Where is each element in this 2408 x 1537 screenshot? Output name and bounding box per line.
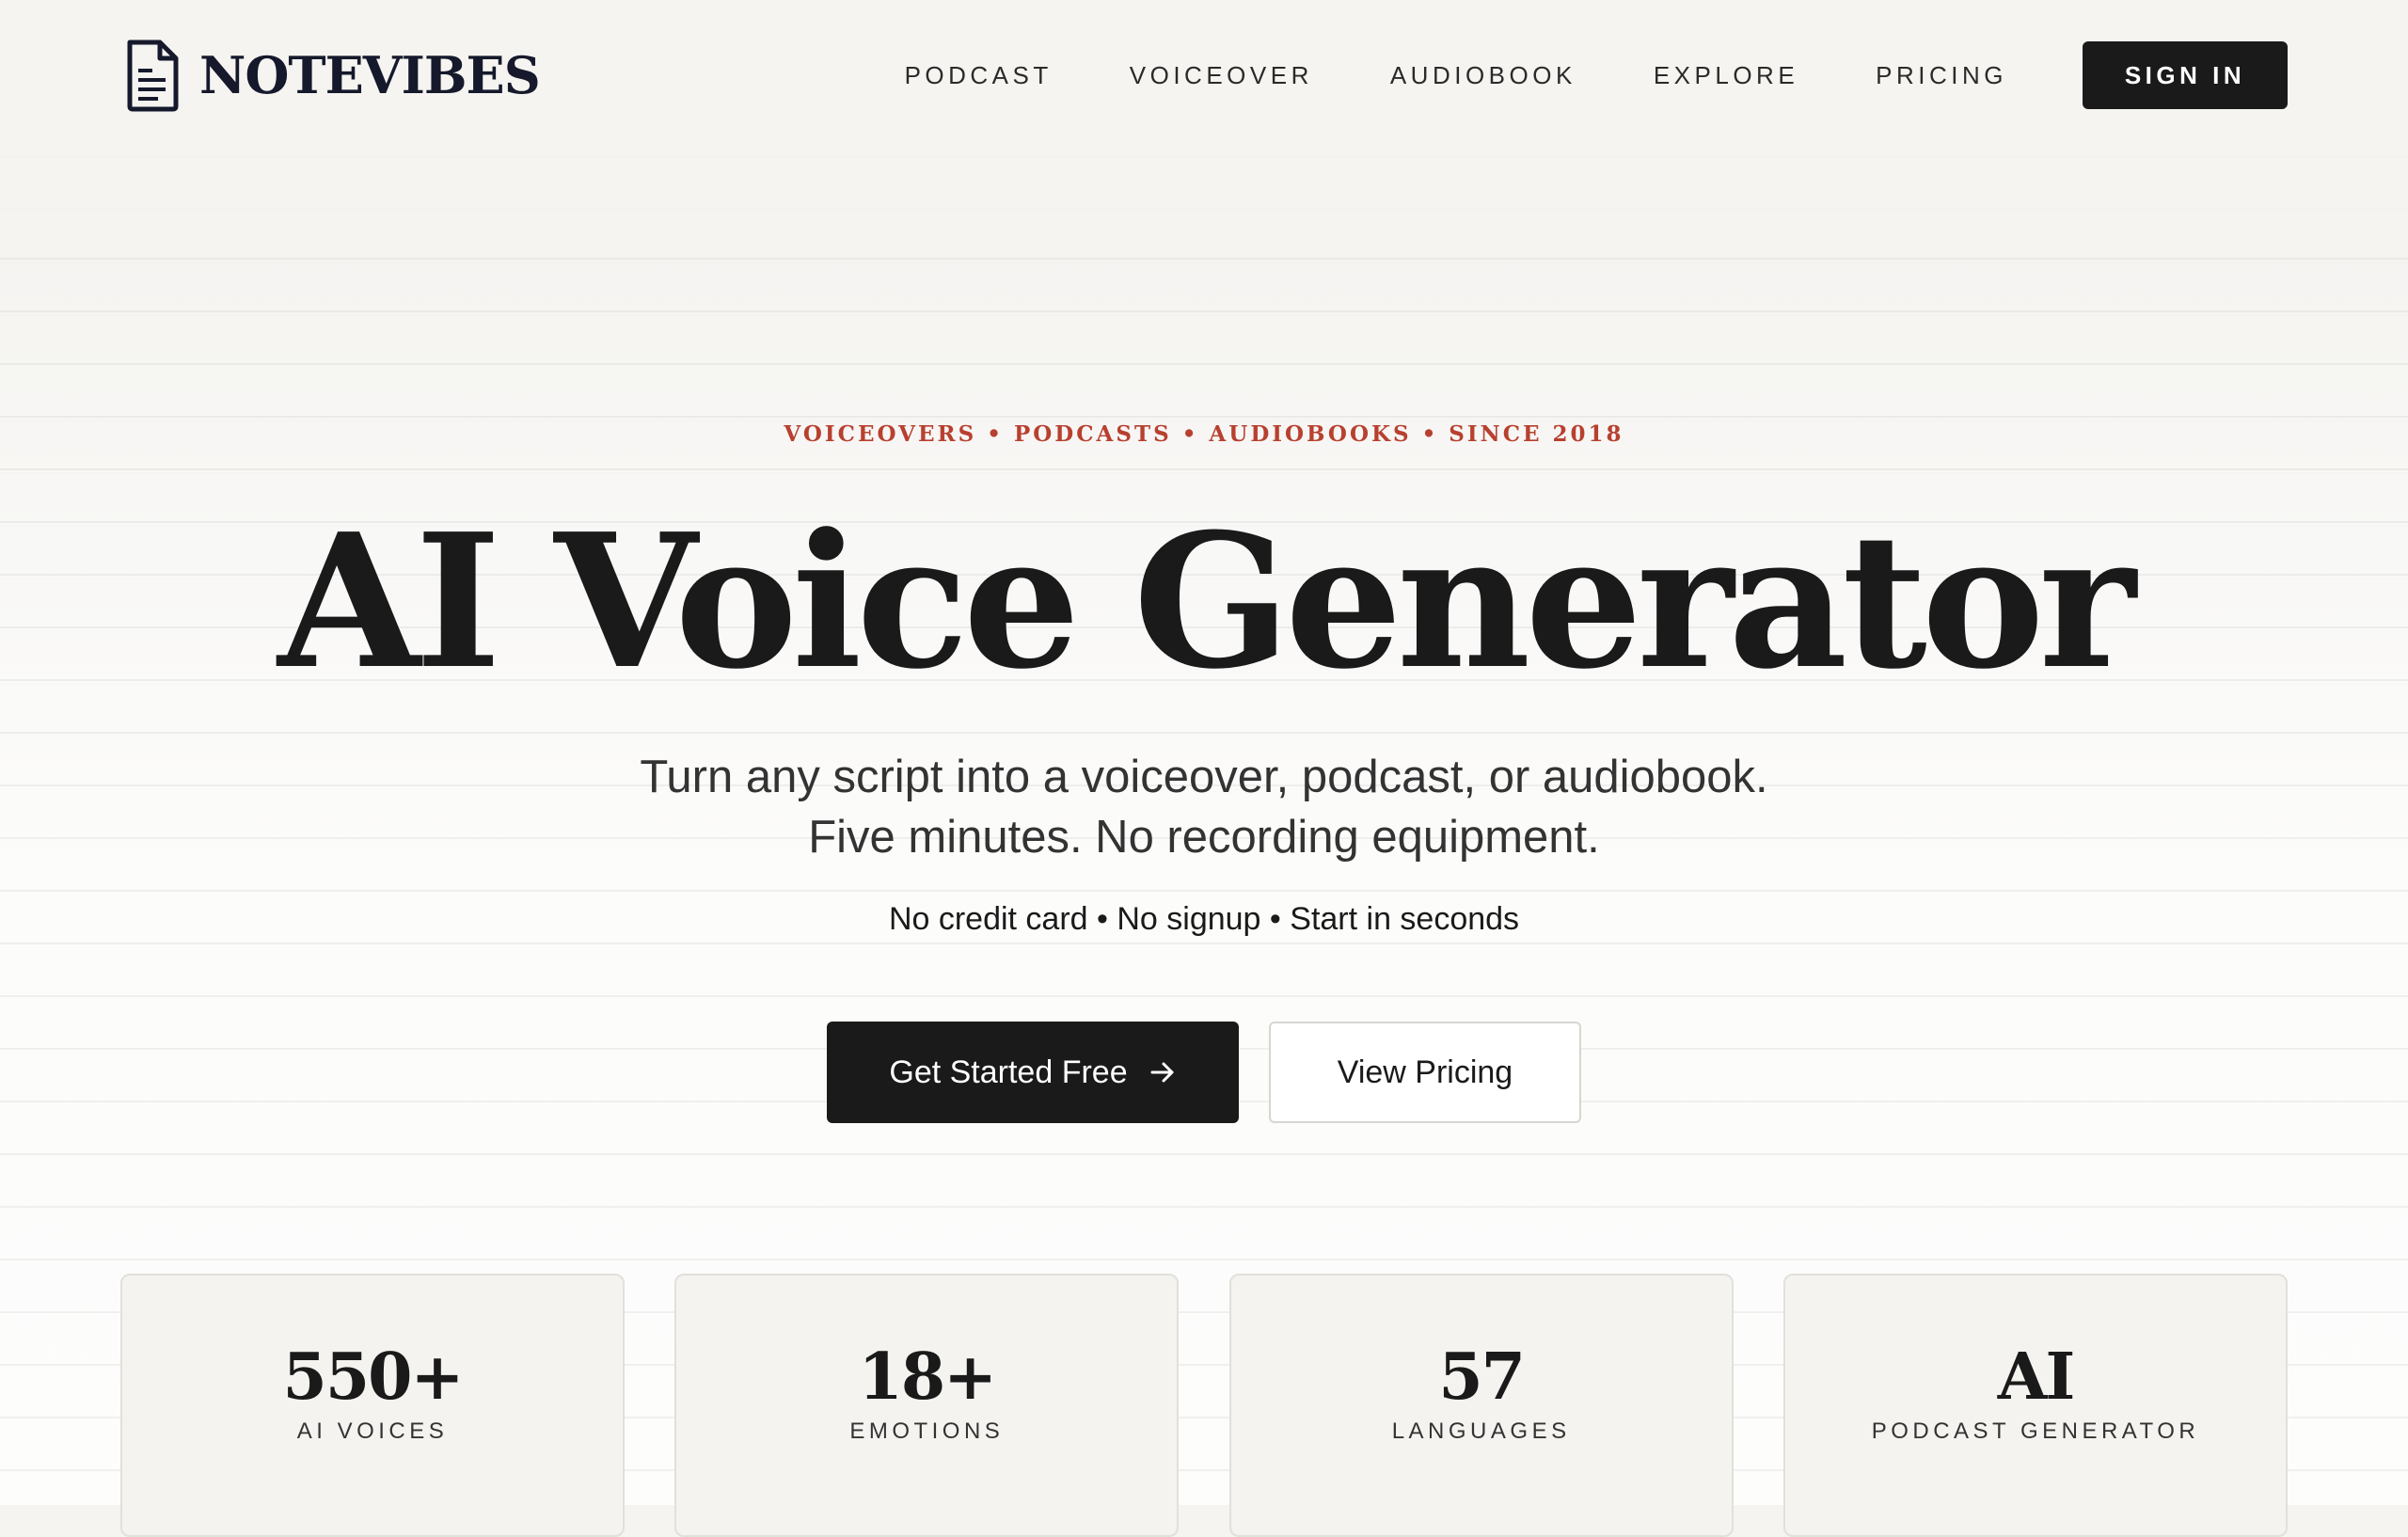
- get-started-label: Get Started Free: [889, 1054, 1128, 1090]
- hero-subtitle: Turn any script into a voiceover, podcas…: [640, 752, 1768, 863]
- brand-logo[interactable]: NOTEVIBES: [124, 34, 541, 117]
- stat-card-voices: 550+ AI VOICES: [120, 1274, 625, 1537]
- stat-label: PODCAST GENERATOR: [1871, 1418, 2200, 1444]
- stat-value: 57: [1438, 1339, 1526, 1415]
- stat-label: LANGUAGES: [1391, 1418, 1571, 1444]
- cta-row: Get Started Free View Pricing: [0, 1022, 2408, 1123]
- stat-label: EMOTIONS: [849, 1418, 1005, 1444]
- nav-link-podcast[interactable]: PODCAST: [905, 61, 1053, 90]
- brand-name: NOTEVIBES: [199, 45, 541, 105]
- hero-eyebrow: VOICEOVERS • PODCASTS • AUDIOBOOKS • SIN…: [784, 421, 1624, 447]
- nav-link-voiceover[interactable]: VOICEOVER: [1130, 61, 1313, 90]
- hero-tagline: No credit card • No signup • Start in se…: [888, 901, 1520, 937]
- stat-card-emotions: 18+ EMOTIONS: [674, 1274, 1180, 1537]
- document-icon: [127, 40, 179, 112]
- view-pricing-button[interactable]: View Pricing: [1269, 1022, 1581, 1123]
- nav-link-pricing[interactable]: PRICING: [1876, 61, 2007, 90]
- nav-link-explore[interactable]: EXPLORE: [1654, 61, 1798, 90]
- stat-card-podcast: AI PODCAST GENERATOR: [1782, 1274, 2288, 1537]
- arrow-right-icon: [1150, 1062, 1174, 1083]
- get-started-button[interactable]: Get Started Free: [827, 1022, 1239, 1123]
- hero-title: AI Voice Generator: [277, 494, 2136, 710]
- stat-value: 550+: [282, 1339, 465, 1415]
- stat-value: 18+: [858, 1339, 998, 1415]
- stats-row: 550+ AI VOICES 18+ EMOTIONS 57 LANGUAGES…: [120, 1274, 2288, 1537]
- site-header: NOTEVIBES PODCAST VOICEOVER AUDIOBOOK EX…: [0, 0, 2408, 151]
- stat-label: AI VOICES: [296, 1418, 449, 1444]
- sign-in-button[interactable]: SIGN IN: [2083, 41, 2288, 109]
- main-nav: PODCAST VOICEOVER AUDIOBOOK EXPLORE PRIC…: [905, 41, 2288, 109]
- nav-link-audiobook[interactable]: AUDIOBOOK: [1390, 61, 1576, 90]
- stat-value: AI: [1997, 1339, 2076, 1415]
- stat-card-languages: 57 LANGUAGES: [1228, 1274, 1734, 1537]
